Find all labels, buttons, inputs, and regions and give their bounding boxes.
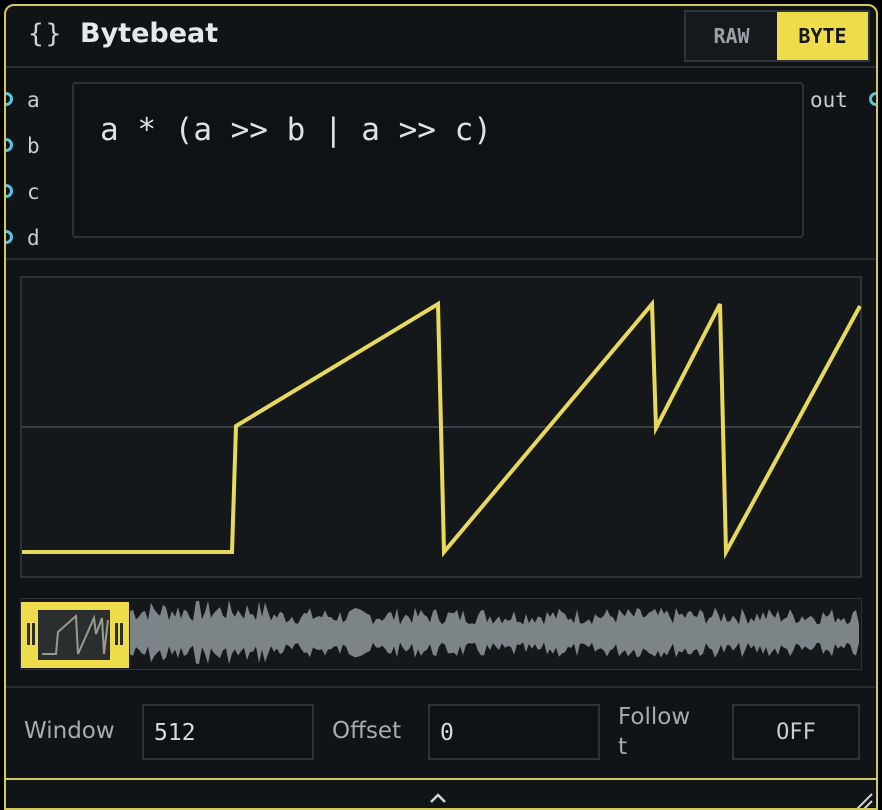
resize-grip-icon[interactable] bbox=[852, 790, 874, 810]
window-selector-grip-left bbox=[32, 623, 35, 645]
input-port-label-a: a bbox=[27, 88, 40, 112]
window-input[interactable]: 512 bbox=[142, 704, 314, 760]
input-port-b[interactable] bbox=[6, 138, 13, 152]
waveform-overview[interactable] bbox=[20, 598, 862, 670]
offset-label: Offset bbox=[332, 718, 402, 744]
mode-byte-button[interactable]: BYTE bbox=[777, 12, 868, 60]
window-selector-grip-right bbox=[115, 623, 118, 645]
node-footer bbox=[6, 778, 876, 810]
output-port-label: out bbox=[810, 88, 848, 112]
expression-text: a * (a >> b | a >> c) bbox=[100, 112, 492, 148]
braces-icon: {} bbox=[28, 19, 64, 49]
output-port-out[interactable] bbox=[869, 92, 876, 106]
divider bbox=[6, 258, 876, 260]
node-header[interactable]: {} Bytebeat RAW BYTE bbox=[6, 6, 876, 68]
input-port-c[interactable] bbox=[6, 184, 13, 198]
waveform-scope bbox=[20, 276, 862, 578]
node-title: Bytebeat bbox=[80, 18, 219, 49]
window-label: Window bbox=[24, 718, 115, 744]
follow-label-line2: t bbox=[618, 734, 628, 760]
mode-toggle: RAW BYTE bbox=[684, 10, 870, 62]
mode-raw-button[interactable]: RAW bbox=[686, 12, 777, 60]
input-port-label-d: d bbox=[27, 226, 40, 250]
window-selector-grip-left bbox=[27, 623, 30, 645]
offset-input[interactable]: 0 bbox=[428, 704, 600, 760]
input-port-d[interactable] bbox=[6, 230, 13, 244]
bytebeat-node[interactable]: {} Bytebeat RAW BYTE a b c d out a * (a … bbox=[4, 4, 878, 810]
input-port-label-c: c bbox=[27, 180, 40, 204]
divider bbox=[6, 686, 876, 688]
follow-label: Follow bbox=[618, 704, 691, 730]
follow-toggle-button[interactable]: OFF bbox=[732, 704, 860, 760]
input-port-a[interactable] bbox=[6, 92, 13, 106]
input-port-label-b: b bbox=[27, 134, 40, 158]
overview-window-selector bbox=[21, 602, 129, 668]
window-selector-grip-right bbox=[120, 623, 123, 645]
expression-editor[interactable]: a * (a >> b | a >> c) bbox=[72, 82, 804, 238]
chevron-up-icon[interactable] bbox=[428, 788, 448, 808]
